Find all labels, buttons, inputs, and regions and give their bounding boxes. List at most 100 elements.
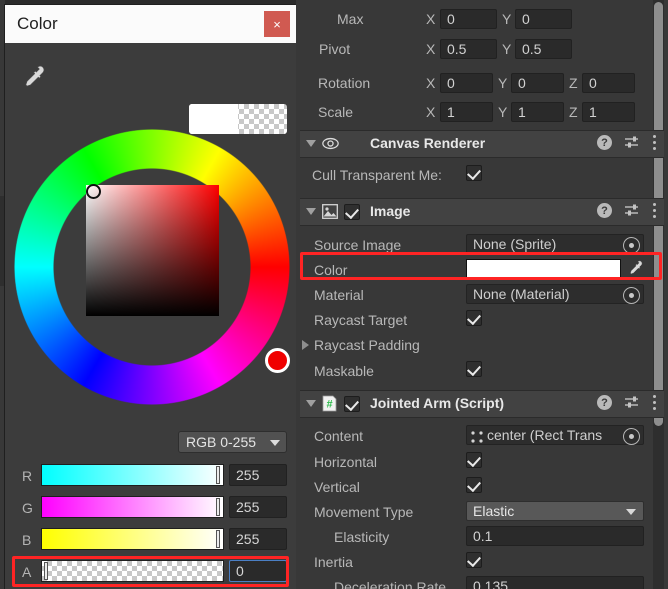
rotation-z-input[interactable]: 0 bbox=[582, 73, 635, 93]
vertical-checkbox[interactable] bbox=[466, 477, 482, 493]
material-object-field[interactable]: None (Material) bbox=[466, 284, 644, 304]
channel-slider-r-knob[interactable] bbox=[216, 466, 220, 484]
object-picker-icon[interactable] bbox=[623, 287, 640, 304]
channel-input-r[interactable]: 255 bbox=[229, 464, 287, 486]
foldout-arrow-icon[interactable] bbox=[306, 208, 316, 215]
movement-type-value: Elastic bbox=[473, 503, 515, 519]
vertical-label: Vertical bbox=[314, 479, 360, 495]
material-label: Material bbox=[314, 287, 364, 303]
maskable-row: Maskable bbox=[296, 357, 668, 387]
channel-slider-g-knob[interactable] bbox=[216, 498, 220, 516]
image-title: Image bbox=[370, 203, 411, 219]
channel-slider-a-knob[interactable] bbox=[44, 562, 48, 580]
color-wheel bbox=[14, 129, 290, 405]
foldout-arrow-icon[interactable] bbox=[306, 400, 316, 407]
scale-y-axis-label: Y bbox=[498, 104, 508, 120]
component-header-image[interactable]: Image ? bbox=[300, 198, 664, 226]
cull-transparent-mesh-row: Cull Transparent Me: bbox=[296, 161, 668, 191]
rotation-z-axis-label: Z bbox=[569, 75, 578, 91]
saturation-value-square[interactable] bbox=[86, 185, 219, 316]
elasticity-input[interactable]: 0.1 bbox=[466, 526, 644, 546]
channel-label-g: G bbox=[22, 500, 33, 516]
channel-input-g[interactable]: 255 bbox=[229, 496, 287, 518]
canvas-renderer-title: Canvas Renderer bbox=[370, 135, 486, 151]
color-mode-dropdown[interactable]: RGB 0-255 bbox=[178, 431, 287, 453]
cull-transparent-mesh-checkbox[interactable] bbox=[466, 165, 482, 181]
scale-x-input[interactable]: 1 bbox=[440, 102, 493, 122]
channel-label-b: B bbox=[22, 532, 32, 548]
scale-y-input[interactable]: 1 bbox=[511, 102, 564, 122]
content-label: Content bbox=[314, 428, 364, 444]
eyedropper-icon[interactable] bbox=[19, 63, 47, 91]
sv-black-gradient bbox=[86, 185, 219, 316]
channel-slider-b[interactable] bbox=[41, 528, 224, 550]
deceleration-rate-row: Deceleration Rate 0.135 bbox=[296, 573, 668, 589]
channel-input-a[interactable]: 0 bbox=[229, 560, 287, 582]
color-mode-label: RGB 0-255 bbox=[186, 434, 257, 450]
preset-icon[interactable] bbox=[624, 135, 640, 150]
eyedropper-icon[interactable] bbox=[626, 259, 644, 277]
max-x-input[interactable]: 0 bbox=[440, 9, 497, 29]
component-header-canvas-renderer[interactable]: Canvas Renderer ? bbox=[300, 130, 664, 158]
material-value: None (Material) bbox=[473, 286, 570, 302]
page-title: Color bbox=[17, 14, 58, 33]
help-icon[interactable]: ? bbox=[597, 203, 612, 218]
channel-row-a: A 0 bbox=[5, 560, 296, 587]
image-color-swatch[interactable] bbox=[466, 259, 621, 279]
channel-row-g: G 255 bbox=[5, 496, 296, 523]
rect-transform-row-max: Max X 0 Y 0 bbox=[296, 5, 668, 35]
svg-text:#: # bbox=[326, 399, 332, 411]
deceleration-rate-input[interactable]: 0.135 bbox=[466, 576, 644, 589]
component-header-jointed-arm[interactable]: # Jointed Arm (Script) ? bbox=[300, 390, 664, 418]
help-icon[interactable]: ? bbox=[597, 395, 612, 410]
maskable-label: Maskable bbox=[314, 363, 374, 379]
image-enabled-checkbox[interactable] bbox=[344, 204, 360, 220]
raycast-target-checkbox[interactable] bbox=[466, 310, 482, 326]
pivot-x-axis-label: X bbox=[426, 41, 436, 57]
jointed-arm-title: Jointed Arm (Script) bbox=[370, 395, 505, 411]
source-image-label: Source Image bbox=[314, 237, 402, 253]
close-icon[interactable]: × bbox=[264, 11, 290, 37]
maskable-checkbox[interactable] bbox=[466, 361, 482, 377]
foldout-right-arrow-icon[interactable] bbox=[302, 340, 309, 350]
rotation-y-input[interactable]: 0 bbox=[511, 73, 564, 93]
channel-slider-a[interactable] bbox=[41, 560, 224, 582]
pivot-y-input[interactable]: 0.5 bbox=[515, 39, 572, 59]
max-y-input[interactable]: 0 bbox=[515, 9, 572, 29]
channel-slider-r[interactable] bbox=[41, 464, 224, 486]
inertia-checkbox[interactable] bbox=[466, 552, 482, 568]
preset-icon[interactable] bbox=[624, 395, 640, 410]
movement-type-dropdown[interactable]: Elastic bbox=[466, 501, 644, 521]
pivot-x-input[interactable]: 0.5 bbox=[440, 39, 497, 59]
rotation-x-input[interactable]: 0 bbox=[440, 73, 493, 93]
object-picker-icon[interactable] bbox=[623, 237, 640, 254]
preset-icon[interactable] bbox=[624, 203, 640, 218]
channel-input-b[interactable]: 255 bbox=[229, 528, 287, 550]
kebab-menu-icon[interactable] bbox=[652, 395, 656, 410]
pivot-y-axis-label: Y bbox=[502, 41, 512, 57]
raycast-padding-label: Raycast Padding bbox=[314, 337, 420, 353]
channel-slider-g[interactable] bbox=[41, 496, 224, 518]
hue-selector-handle[interactable] bbox=[265, 348, 290, 373]
object-picker-icon[interactable] bbox=[623, 428, 640, 445]
script-icon: # bbox=[322, 395, 337, 415]
help-icon[interactable]: ? bbox=[597, 135, 612, 150]
source-image-object-field[interactable]: None (Sprite) bbox=[466, 234, 644, 254]
pivot-label: Pivot bbox=[319, 41, 351, 57]
rotation-label: Rotation bbox=[318, 75, 371, 91]
elasticity-label: Elasticity bbox=[334, 529, 390, 545]
sv-selector-handle[interactable] bbox=[86, 184, 101, 199]
color-picker-window: Color × RGB 0-255 R 255 G 255 B 255 A 0 bbox=[5, 5, 296, 589]
deceleration-rate-label: Deceleration Rate bbox=[334, 579, 447, 589]
kebab-menu-icon[interactable] bbox=[652, 203, 656, 218]
image-header-icons: ? bbox=[597, 203, 656, 218]
rect-transform-row-rotation: Rotation X 0 Y 0 Z 0 bbox=[296, 69, 668, 99]
channel-slider-b-knob[interactable] bbox=[216, 530, 220, 548]
content-object-field[interactable]: center (Rect Trans bbox=[466, 425, 644, 445]
horizontal-checkbox[interactable] bbox=[466, 452, 482, 468]
foldout-arrow-icon[interactable] bbox=[306, 140, 316, 147]
jointed-arm-enabled-checkbox[interactable] bbox=[344, 396, 360, 412]
kebab-menu-icon[interactable] bbox=[652, 135, 656, 150]
channel-row-r: R 255 bbox=[5, 464, 296, 491]
scale-z-input[interactable]: 1 bbox=[582, 102, 635, 122]
